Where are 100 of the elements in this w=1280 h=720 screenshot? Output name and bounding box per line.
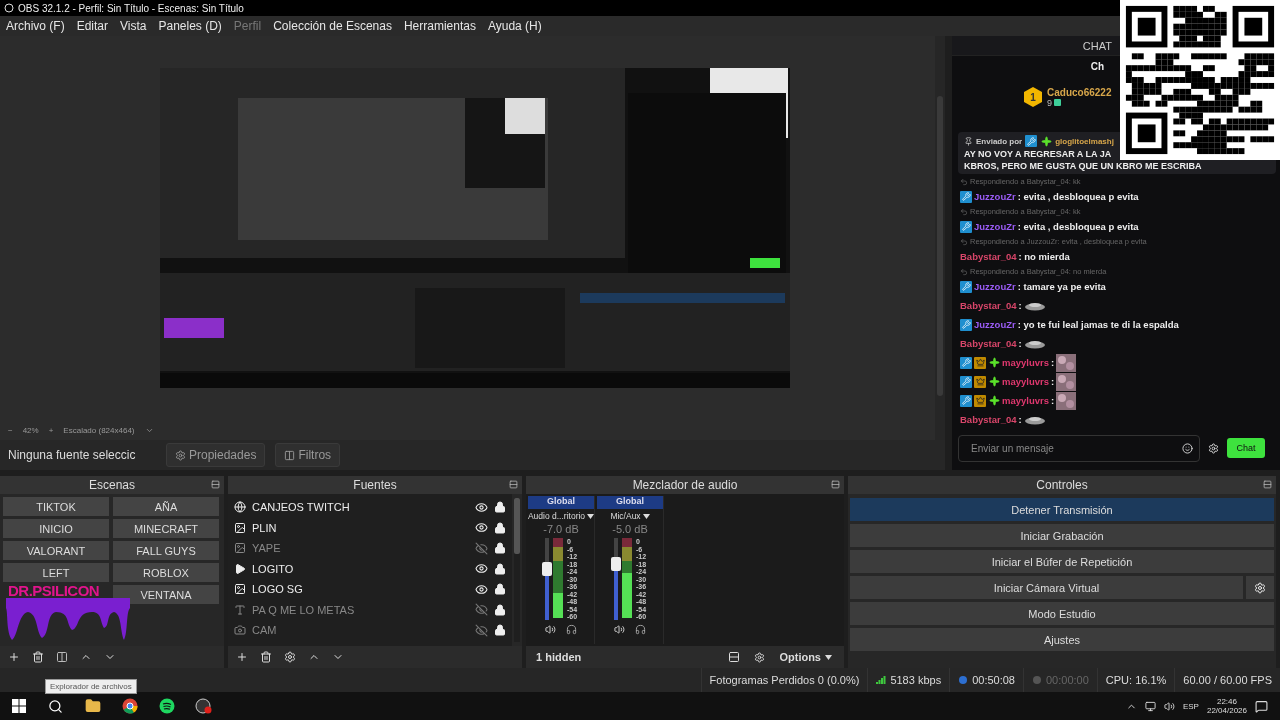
browser-icon — [121, 698, 138, 714]
volume-icon[interactable] — [1163, 700, 1175, 712]
menu-item[interactable]: Editar — [76, 19, 109, 33]
eye-off-icon[interactable] — [475, 541, 488, 555]
chat-username[interactable]: Babystar_04 — [960, 338, 1017, 349]
menu-item[interactable]: Archivo (F) — [6, 19, 65, 33]
scene-button[interactable]: FALL GUYS — [113, 541, 219, 560]
chat-username[interactable]: Babystar_04 — [960, 300, 1017, 311]
source-item[interactable]: LOGO SG — [252, 583, 469, 596]
network-icon[interactable] — [1144, 700, 1156, 712]
scene-button[interactable]: LEFT — [3, 563, 109, 582]
chat-input[interactable]: Enviar un mensaje — [958, 434, 1200, 462]
channel-name[interactable]: Audio d...ritorio — [527, 511, 586, 521]
clock-time[interactable]: 22:46 — [1216, 697, 1237, 706]
chat-username[interactable]: mayyluvrs — [1002, 376, 1049, 387]
scene-button[interactable]: TIKTOK — [3, 497, 109, 516]
source-item[interactable]: PA Q ME LO METAS — [252, 603, 469, 616]
source-item[interactable]: YAPE — [252, 542, 469, 555]
layout-icon[interactable] — [728, 651, 741, 663]
chat-username[interactable]: mayyluvrs — [1002, 395, 1049, 406]
scene-button[interactable]: VENTANA — [113, 585, 219, 604]
eye-off-icon[interactable] — [475, 623, 488, 637]
menu-item[interactable]: Paneles (D) — [158, 19, 222, 33]
settings-icon[interactable] — [1208, 442, 1219, 454]
chat-username[interactable]: JuzzouZr — [974, 221, 1016, 232]
caret-icon[interactable] — [587, 513, 595, 519]
lock-icon[interactable] — [494, 501, 506, 514]
source-item[interactable]: CAM — [252, 624, 469, 637]
slider-thumb[interactable] — [541, 562, 552, 577]
scrollbar[interactable] — [514, 498, 520, 554]
filters-button[interactable]: Filtros — [275, 443, 341, 467]
add-icon[interactable] — [236, 651, 248, 663]
lock-icon[interactable] — [494, 624, 506, 637]
scene-button[interactable]: ROBLOX — [113, 563, 219, 582]
chat-username[interactable]: JuzzouZr — [974, 319, 1016, 330]
options-button[interactable]: Options — [773, 650, 838, 664]
lock-icon[interactable] — [494, 603, 506, 616]
speaker-icon[interactable] — [545, 624, 556, 635]
chat-username[interactable]: JuzzouZr — [974, 191, 1016, 202]
slider-thumb[interactable] — [610, 557, 621, 572]
settings-icon[interactable] — [754, 651, 766, 663]
eye-icon[interactable] — [475, 582, 488, 596]
properties-button[interactable]: Propiedades — [166, 443, 266, 467]
lock-icon[interactable] — [494, 521, 506, 534]
menu-item[interactable]: Colección de Escenas — [273, 19, 392, 33]
float-icon[interactable] — [509, 480, 518, 489]
zoom-out-button[interactable]: − — [8, 426, 13, 435]
notification-icon[interactable] — [1255, 699, 1268, 713]
zoom-level: 42% — [22, 426, 39, 435]
speaker-icon[interactable] — [614, 624, 625, 635]
scene-button[interactable]: MINECRAFT — [113, 519, 219, 538]
control-button[interactable]: Iniciar el Búfer de Repetición — [850, 550, 1274, 573]
float-icon[interactable] — [831, 480, 840, 489]
panel-icon[interactable] — [56, 651, 68, 663]
source-item[interactable]: LOGITO — [252, 562, 469, 575]
chat-username[interactable]: Babystar_04 — [960, 414, 1017, 425]
trash-icon[interactable] — [32, 651, 44, 663]
control-button[interactable]: Iniciar Cámara Virtual — [850, 576, 1243, 599]
chat-send-button[interactable]: Chat — [1227, 438, 1265, 458]
eye-icon[interactable] — [475, 562, 488, 576]
scene-button[interactable]: INICIO — [3, 519, 109, 538]
scene-button[interactable]: VALORANT — [3, 541, 109, 560]
float-icon[interactable] — [211, 480, 220, 489]
smiley-icon[interactable] — [1182, 442, 1193, 454]
settings-button[interactable] — [1246, 576, 1274, 599]
channel-tab-label[interactable]: Ch — [1090, 60, 1104, 72]
trash-icon[interactable] — [260, 651, 272, 663]
language-indicator[interactable]: ESP — [1182, 701, 1199, 711]
lock-icon[interactable] — [494, 542, 506, 555]
chat-username[interactable]: Babystar_04 — [960, 251, 1017, 262]
chat-username[interactable]: JuzzouZr — [974, 281, 1016, 292]
settings-icon[interactable] — [284, 651, 296, 663]
clock-date[interactable]: 22/04/2026 — [1206, 706, 1247, 715]
eye-icon[interactable] — [475, 500, 488, 514]
headphones-icon[interactable] — [566, 624, 577, 635]
eye-off-icon[interactable] — [475, 603, 488, 617]
float-icon[interactable] — [1263, 480, 1272, 489]
chat-username[interactable]: mayyluvrs — [1002, 357, 1049, 368]
scale-dropdown[interactable]: Escalado (824x464) — [63, 426, 135, 435]
eye-icon[interactable] — [475, 521, 488, 535]
control-button[interactable]: Ajustes — [850, 628, 1274, 651]
add-icon[interactable] — [8, 651, 20, 663]
control-button[interactable]: Iniciar Grabación — [850, 524, 1274, 547]
scene-button[interactable]: AÑA — [113, 497, 219, 516]
channel-name[interactable]: Mic/Aux — [610, 511, 641, 521]
lock-icon[interactable] — [494, 583, 506, 596]
hidden-count[interactable]: 1 hidden — [526, 651, 592, 663]
menu-item[interactable]: Ayuda (H) — [487, 19, 542, 33]
control-button[interactable]: Detener Transmisión — [850, 498, 1274, 521]
caret-icon[interactable] — [642, 513, 650, 519]
menu-item[interactable]: Herramientas — [403, 19, 476, 33]
source-item[interactable]: PLIN — [252, 521, 469, 534]
source-item[interactable]: CANJEOS TWITCH — [252, 501, 469, 514]
volume-slider[interactable] — [544, 538, 549, 620]
control-button[interactable]: Modo Estudio — [850, 602, 1274, 625]
volume-slider[interactable] — [613, 538, 618, 620]
menu-item[interactable]: Vista — [120, 19, 147, 33]
zoom-in-button[interactable]: + — [48, 426, 54, 435]
headphones-icon[interactable] — [635, 624, 646, 635]
lock-icon[interactable] — [494, 562, 506, 575]
